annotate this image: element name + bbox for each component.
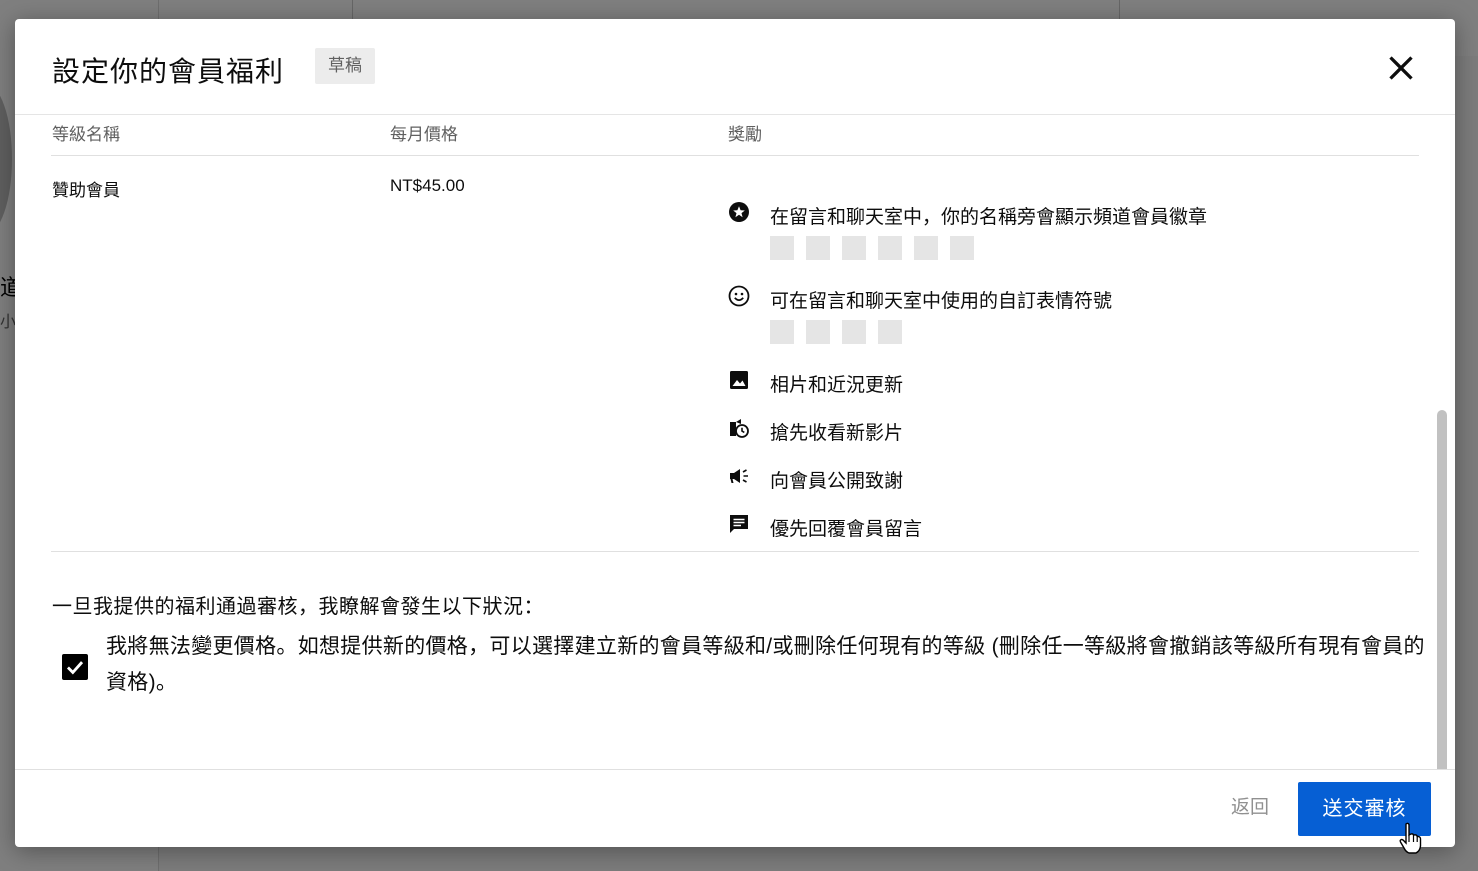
dialog-title: 設定你的會員福利 <box>52 56 285 87</box>
back-button[interactable]: 返回 <box>1215 782 1285 834</box>
badge-swatch <box>806 236 830 260</box>
column-header-price: 每月價格 <box>390 125 458 144</box>
emoji-swatch <box>806 320 830 344</box>
acknowledgement-checkbox[interactable] <box>62 654 88 680</box>
emoji-swatch <box>842 320 866 344</box>
tier-name: 贊助會員 <box>52 181 120 200</box>
acknowledgement-title: 一旦我提供的福利通過審核，我瞭解會發生以下狀況： <box>52 596 544 618</box>
star-badge-icon <box>729 202 749 222</box>
megaphone-icon <box>730 469 748 483</box>
image-icon <box>730 371 748 389</box>
comment-icon <box>730 515 748 533</box>
header-divider <box>51 155 1419 156</box>
emoji-swatch <box>770 320 794 344</box>
early-access-icon <box>730 419 749 438</box>
badge-swatch <box>842 236 866 260</box>
dialog-scrollbar[interactable] <box>1437 410 1447 769</box>
tier-price: NT$45.00 <box>390 176 465 195</box>
dialog-body[interactable]: 等級名稱 每月價格 獎勵 贊助會員 NT$45.00 在留言和聊天室中，你的名稱… <box>15 115 1455 769</box>
perk-label: 優先回覆會員留言 <box>770 519 923 540</box>
acknowledgement-text: 我將無法變更價格。如想提供新的價格，可以選擇建立新的會員等級和/或刪除任何現有的… <box>106 635 1425 694</box>
column-header-tier-name: 等級名稱 <box>52 125 120 144</box>
column-header-perks: 獎勵 <box>728 125 762 144</box>
badge-swatch <box>878 236 902 260</box>
close-button[interactable] <box>1383 50 1419 86</box>
perk-label: 可在留言和聊天室中使用的自訂表情符號 <box>770 291 1113 312</box>
membership-perks-dialog: 設定你的會員福利 草稿 等級名稱 每月價格 獎勵 贊助會員 NT$45.00 在… <box>15 19 1455 847</box>
badge-swatch <box>914 236 938 260</box>
badge-swatch <box>950 236 974 260</box>
checkmark-icon <box>66 661 84 675</box>
emoji-swatch <box>878 320 902 344</box>
perk-label: 相片和近況更新 <box>770 375 904 396</box>
emoji-swatches <box>770 320 902 344</box>
dialog-footer: 返回 送交審核 <box>15 769 1455 847</box>
perk-label: 搶先收看新影片 <box>770 423 904 444</box>
section-divider <box>51 551 1419 552</box>
badge-swatch <box>770 236 794 260</box>
perk-label: 在留言和聊天室中，你的名稱旁會顯示頻道會員徽章 <box>770 207 1208 228</box>
draft-badge: 草稿 <box>315 48 375 84</box>
smiley-icon <box>728 285 750 307</box>
badge-swatches <box>770 236 974 260</box>
hand-cursor-icon <box>1399 822 1422 854</box>
close-icon <box>1389 56 1413 80</box>
perk-label: 向會員公開致謝 <box>770 471 904 492</box>
dialog-header: 設定你的會員福利 草稿 <box>15 19 1455 115</box>
